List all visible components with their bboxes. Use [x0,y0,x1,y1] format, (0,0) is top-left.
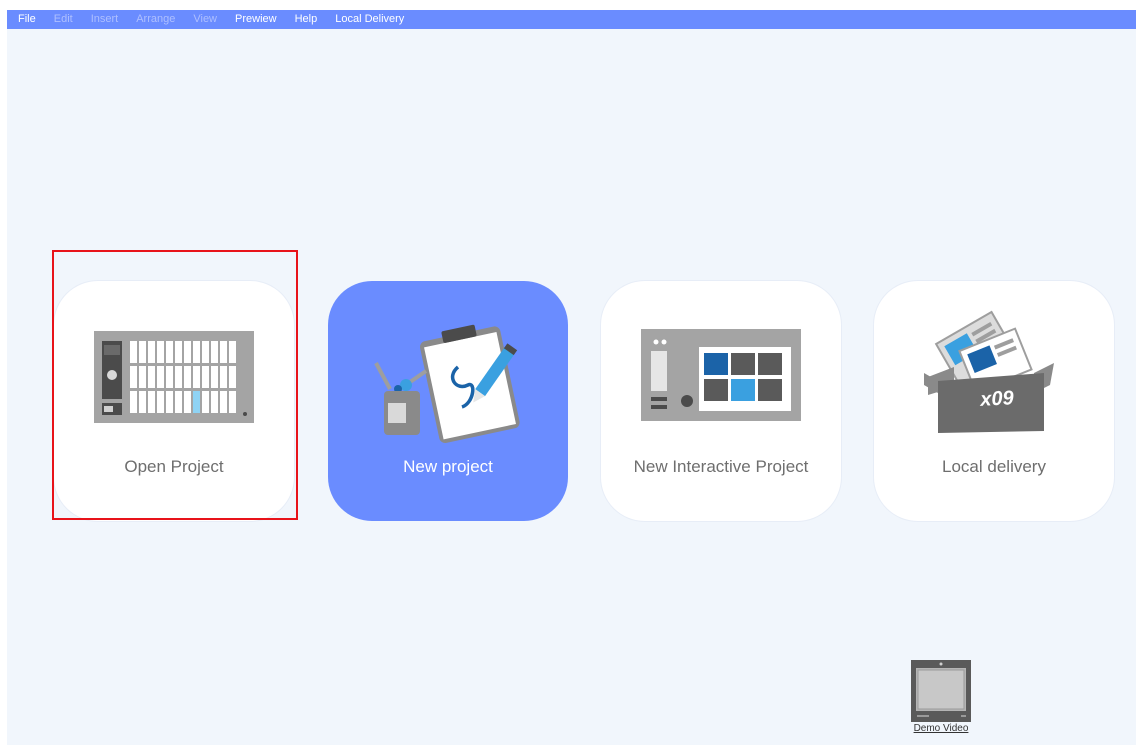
new-project-illustration [374,324,520,443]
menu-bar: File Edit Insert Arrange View Prewiew He… [7,10,1136,29]
video-monitor-icon [911,660,971,722]
menu-arrange: Arrange [136,13,176,25]
menu-local-delivery[interactable]: Local Delivery [326,10,413,29]
open-project-card[interactable]: Open Project [54,281,294,521]
open-project-illustration [94,331,254,423]
demo-video-label[interactable]: Demo Video [901,723,981,734]
open-project-label: Open Project [124,457,224,476]
new-project-label: New project [403,457,493,476]
menu-file[interactable]: File [7,10,45,29]
menu-preview[interactable]: Prewiew [226,10,286,29]
box-label: x09 [979,387,1015,411]
new-interactive-project-label: New Interactive Project [633,457,809,476]
app-window: File Edit Insert Arrange View Prewiew He… [7,10,1136,745]
local-delivery-label: Local delivery [942,457,1046,476]
demo-video-link[interactable]: Demo Video [901,660,981,744]
menu-insert: Insert [90,13,119,25]
menu-view: View [193,13,218,25]
interactive-project-illustration [641,329,801,421]
new-interactive-project-card[interactable]: New Interactive Project [601,281,841,521]
new-project-card[interactable]: New project [328,281,568,521]
menu-help[interactable]: Help [286,10,327,29]
local-delivery-card[interactable]: x09 Local delivery [874,281,1114,521]
menu-edit: Edit [53,13,73,25]
